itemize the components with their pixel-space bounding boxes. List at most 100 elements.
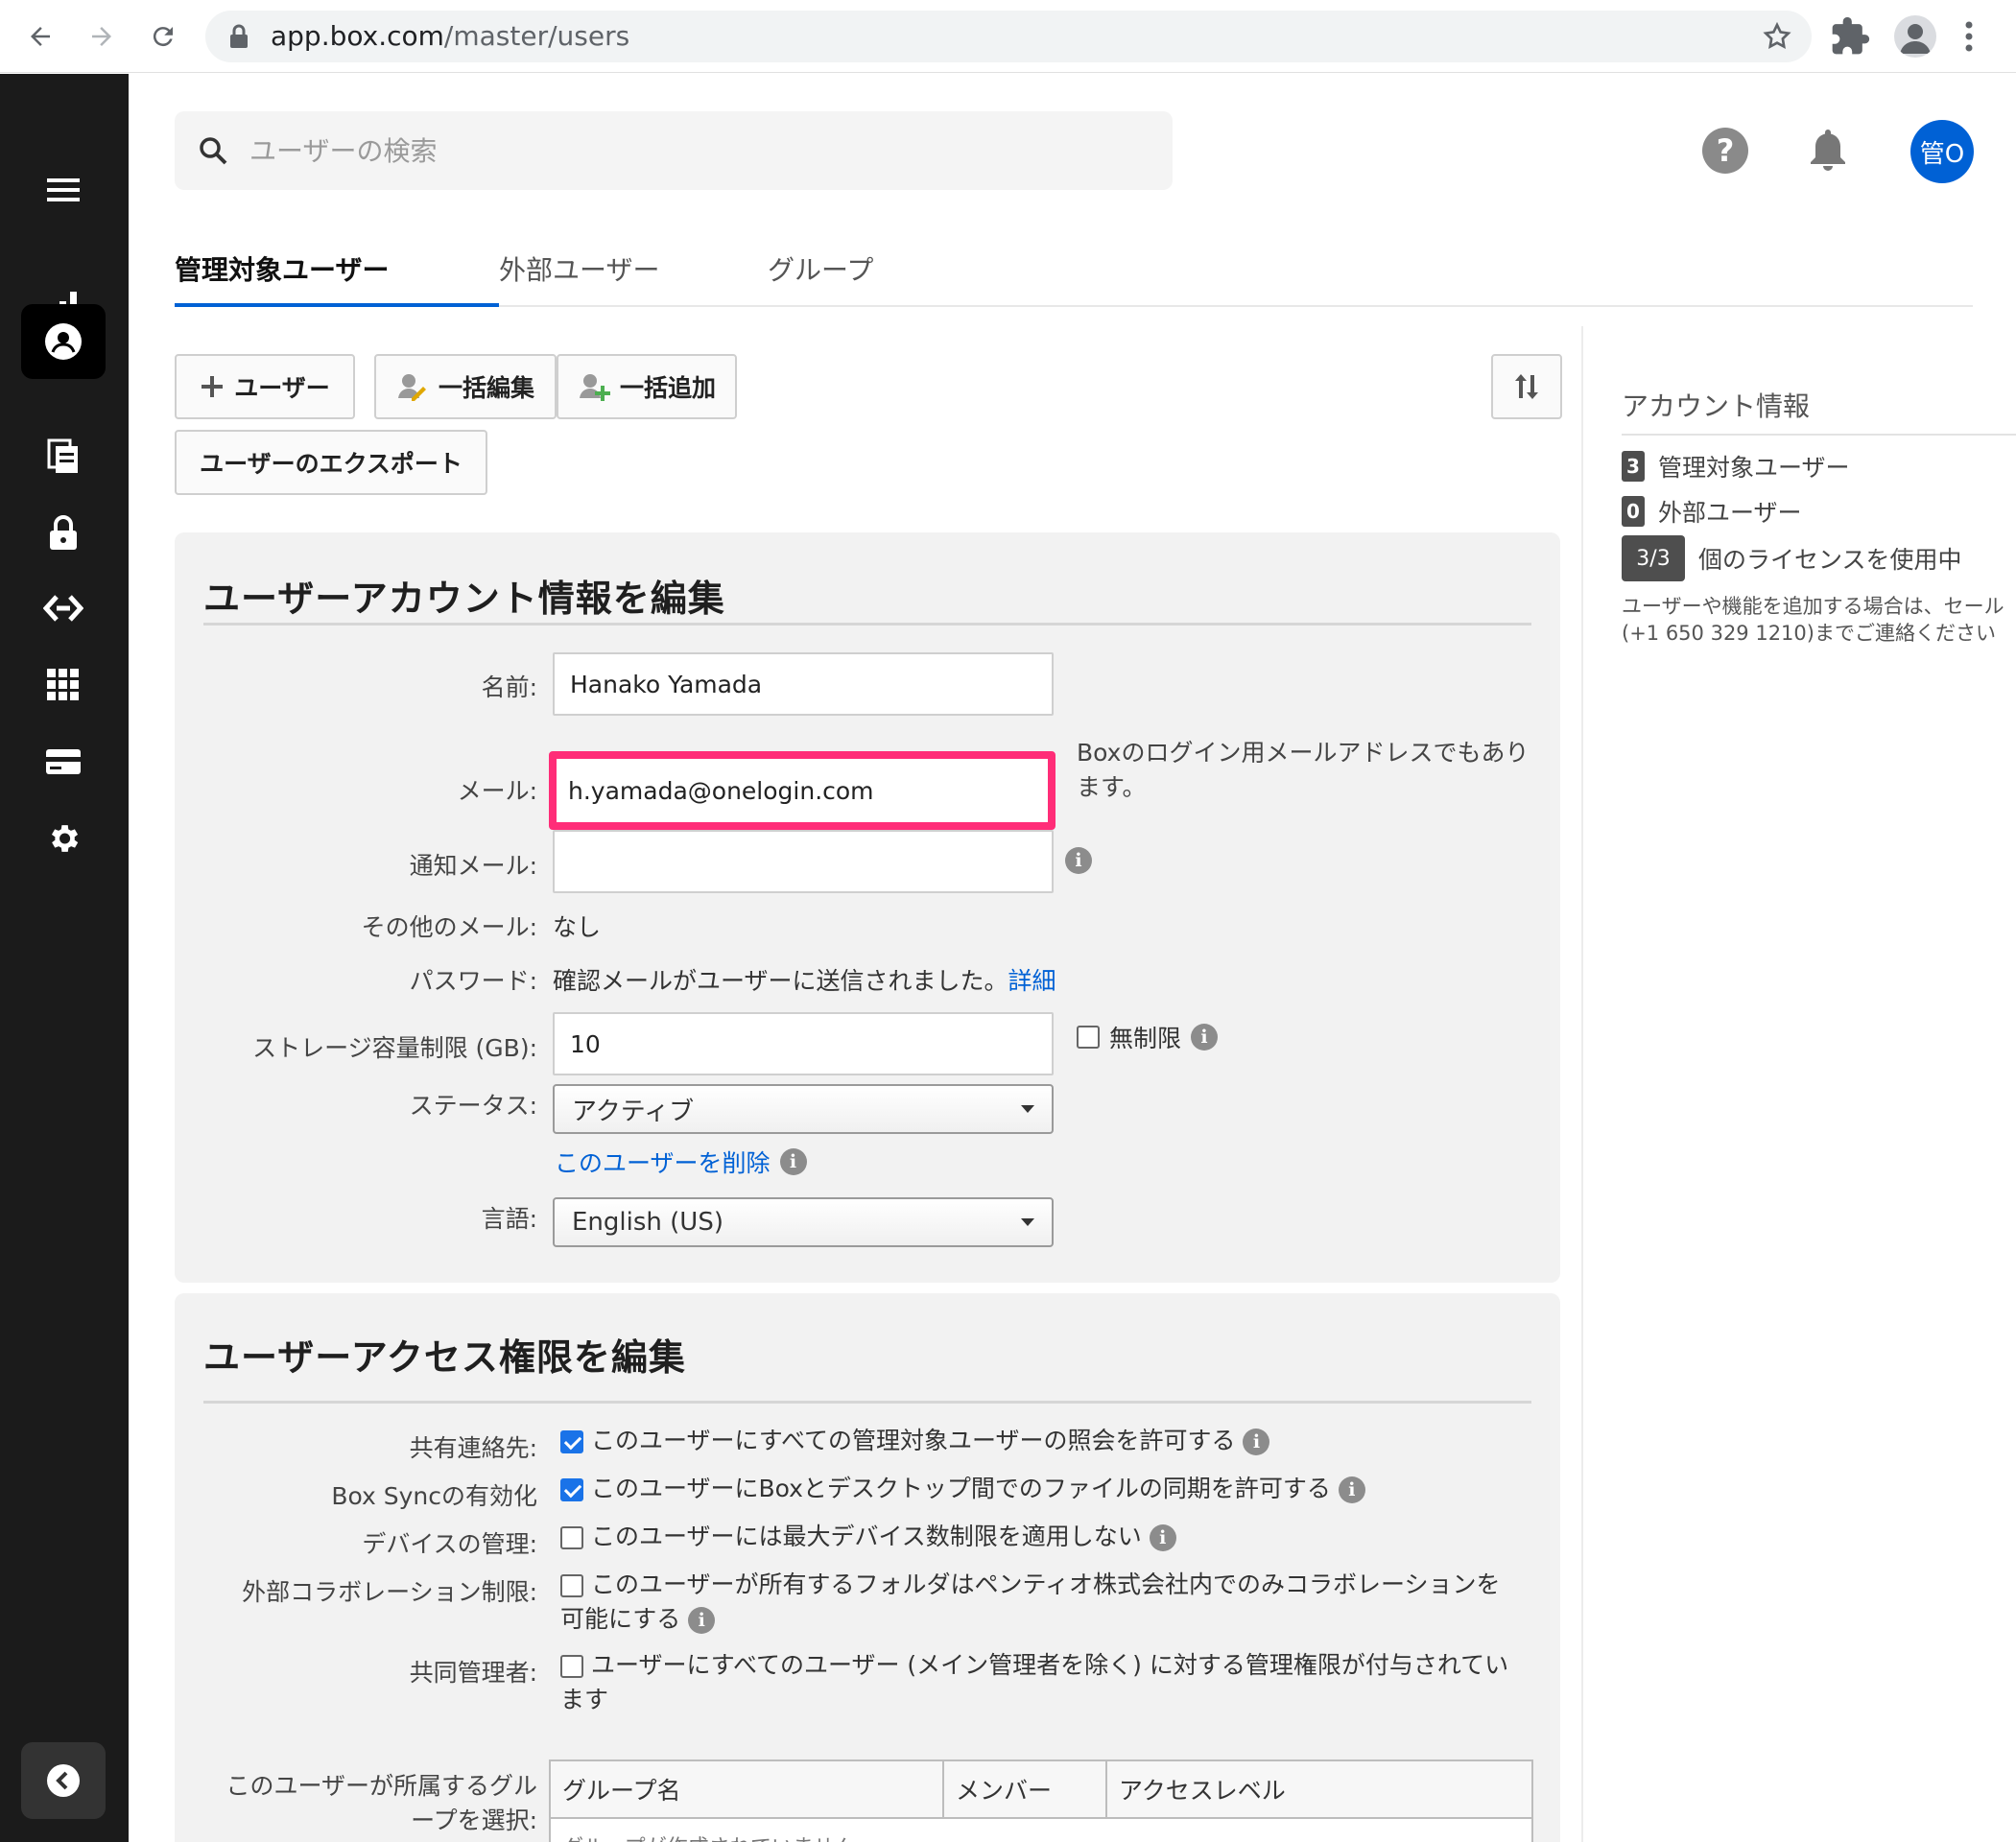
email-label: メール: [457, 777, 537, 805]
permission-row: このユーザーにBoxとデスクトップ間でのファイルの同期を許可する i [560, 1472, 1520, 1506]
password-status: 確認メールがユーザーに送信されました。詳細 [553, 962, 1056, 997]
star-icon[interactable] [1762, 21, 1792, 52]
groups-label: このユーザーが所属するグループを選択: [225, 1772, 537, 1834]
nav-apps[interactable] [21, 648, 106, 722]
storage-field[interactable]: 10 [553, 1012, 1054, 1075]
storage-label: ストレージ容量制限 (GB): [252, 1034, 537, 1062]
license-count-badge: 3/3 [1622, 535, 1685, 581]
collapse-nav-button[interactable] [21, 1742, 106, 1819]
column-header-access-level[interactable]: アクセスレベル [1107, 1761, 1531, 1817]
name-label: 名前: [481, 673, 537, 701]
info-icon[interactable]: i [688, 1607, 716, 1634]
info-icon[interactable]: i [1338, 1476, 1365, 1503]
reload-button[interactable] [140, 13, 186, 59]
language-select[interactable]: English (US) [553, 1197, 1054, 1247]
account-info-title: アカウント情報 [1622, 390, 1811, 422]
padlock-icon [50, 515, 77, 550]
permission-row: このユーザーには最大デバイス数制限を適用しない i [560, 1520, 1520, 1554]
avatar[interactable]: 管O [1910, 120, 1974, 183]
apps-grid-icon [47, 669, 79, 700]
puzzle-icon[interactable] [1829, 15, 1871, 58]
external-label: 外部ユーザー [1658, 499, 1802, 527]
bell-icon[interactable] [1807, 126, 1849, 172]
bulk-edit-button[interactable]: 一括編集 [374, 354, 557, 419]
export-users-label: ユーザーのエクスポート [200, 450, 462, 478]
tab-bar: 管理対象ユーザー 外部ユーザー グループ [175, 240, 1973, 307]
kebab-icon[interactable] [1963, 17, 1975, 56]
permission-row: ユーザーにすべてのユーザー (メイン管理者を除く) に対する管理権限が付与されて… [560, 1648, 1520, 1717]
info-icon[interactable]: i [779, 1148, 807, 1175]
nav-billing[interactable] [21, 724, 106, 799]
search-input[interactable] [249, 129, 1113, 173]
info-icon[interactable]: i [1243, 1429, 1270, 1455]
export-users-button[interactable]: ユーザーのエクスポート [175, 430, 487, 495]
nav-relay[interactable] [21, 571, 106, 646]
permission-label: 共同管理者: [409, 1659, 537, 1687]
profile-icon[interactable] [1894, 15, 1936, 58]
nav-security[interactable] [21, 496, 106, 571]
groups-table: グループ名 メンバー アクセスレベル グループが作成されていません [549, 1759, 1533, 1842]
license-stat: 3/3 個のライセンスを使用中 [1622, 535, 1962, 581]
delete-user-link[interactable]: このユーザーを削除 [555, 1145, 771, 1179]
permission-label: 外部コラボレーション制限: [242, 1578, 537, 1606]
gear-icon [51, 825, 79, 852]
unlimited-option: 無制限 i [1077, 1020, 1219, 1054]
co-admin-checkbox[interactable] [560, 1655, 583, 1678]
shared-contacts-checkbox[interactable] [560, 1430, 583, 1453]
permission-text: ユーザーにすべてのユーザー (メイン管理者を除く) に対する管理権限が付与されて… [560, 1651, 1509, 1713]
external-collab-checkbox[interactable] [560, 1574, 583, 1597]
sort-button[interactable] [1491, 354, 1562, 419]
add-user-button[interactable]: ユーザー [175, 354, 355, 419]
bulk-add-label: 一括追加 [619, 374, 716, 402]
info-icon[interactable]: i [1065, 847, 1092, 874]
permission-text: このユーザーには最大デバイス数制限を適用しない [590, 1523, 1142, 1550]
external-count-badge: 0 [1622, 496, 1645, 527]
tab-managed-users[interactable]: 管理対象ユーザー [175, 249, 499, 307]
url-text: app.box.com/master/users [271, 20, 630, 52]
name-field[interactable]: Hanako Yamada [553, 652, 1054, 716]
edit-access-panel: ユーザーアクセス権限を編集 共有連絡先: このユーザーにすべての管理対象ユーザー… [175, 1293, 1560, 1842]
info-icon[interactable]: i [1149, 1524, 1176, 1551]
chevron-down-icon [1021, 1105, 1034, 1113]
permission-text: このユーザーにすべての管理対象ユーザーの照会を許可する [590, 1427, 1236, 1454]
license-label: 個のライセンスを使用中 [1698, 546, 1962, 574]
help-button[interactable]: ? [1702, 128, 1748, 174]
sort-icon [1515, 374, 1538, 399]
menu-button[interactable] [21, 153, 106, 227]
browser-toolbar: app.box.com/master/users [0, 0, 2016, 73]
managed-users-stat: 3 管理対象ユーザー [1622, 449, 1850, 484]
nav-content[interactable] [21, 419, 106, 494]
notification-email-field[interactable] [553, 830, 1054, 893]
forward-arrow-icon [92, 27, 111, 46]
divider [1622, 434, 2016, 436]
column-header-group-name[interactable]: グループ名 [551, 1761, 944, 1817]
column-header-members[interactable]: メンバー [944, 1761, 1107, 1817]
permission-label: 共有連絡先: [409, 1434, 537, 1462]
email-field[interactable]: h.yamada@onelogin.com [549, 751, 1055, 830]
left-navigation [0, 74, 129, 1842]
status-label: ステータス: [409, 1092, 537, 1120]
delete-user-row: このユーザーを削除 i [555, 1145, 807, 1179]
chevron-left-icon [47, 1764, 80, 1797]
users-edit-icon [397, 374, 426, 401]
note-line-2: (+1 650 329 1210)までご連絡ください [1622, 622, 1996, 645]
search-icon [200, 137, 227, 165]
reload-icon [153, 27, 173, 47]
tab-groups[interactable]: グループ [768, 249, 873, 307]
account-info-panel: アカウント情報 3 管理対象ユーザー 0 外部ユーザー 3/3 個のライセンスを… [1581, 326, 2016, 1842]
status-select[interactable]: アクティブ [553, 1084, 1054, 1134]
address-bar[interactable]: app.box.com/master/users [205, 11, 1812, 62]
back-button[interactable] [17, 13, 63, 59]
device-limit-checkbox[interactable] [560, 1526, 583, 1549]
external-users-stat: 0 外部ユーザー [1622, 494, 1802, 529]
unlimited-checkbox[interactable] [1077, 1026, 1100, 1049]
password-details-link[interactable]: 詳細 [1008, 967, 1056, 995]
permission-text: このユーザーにBoxとデスクトップ間でのファイルの同期を許可する [590, 1475, 1331, 1502]
bulk-add-button[interactable]: 一括追加 [557, 354, 737, 419]
nav-settings[interactable] [21, 801, 106, 876]
forward-button[interactable] [79, 13, 125, 59]
tab-external-users[interactable]: 外部ユーザー [499, 249, 659, 307]
nav-users[interactable] [21, 304, 106, 379]
info-icon[interactable]: i [1191, 1024, 1219, 1051]
box-sync-checkbox[interactable] [560, 1478, 583, 1501]
